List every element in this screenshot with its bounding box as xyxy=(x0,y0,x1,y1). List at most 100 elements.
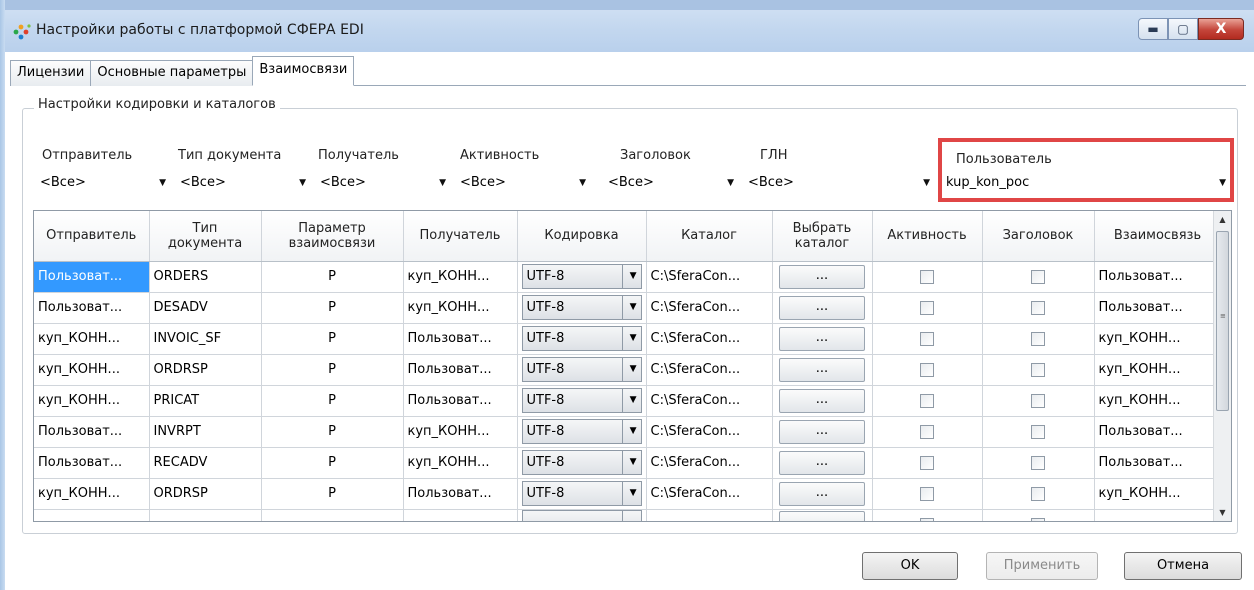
col-header-sender[interactable]: Отправитель xyxy=(34,211,150,262)
cell-doc-type[interactable]: PRICAT xyxy=(149,385,262,417)
col-header-choose-catalog[interactable]: Выбрать каталог xyxy=(772,211,873,262)
encoding-select[interactable]: UTF-8 ▼ xyxy=(521,481,642,506)
cell-relation[interactable]: Пользоват... xyxy=(1094,416,1222,448)
header-checkbox[interactable] xyxy=(1031,517,1045,521)
cell-catalog[interactable]: C:\SferaCon... xyxy=(646,354,773,386)
encoding-select[interactable]: UTF-8 ▼ xyxy=(521,357,642,382)
browse-button[interactable]: ... xyxy=(779,326,865,351)
col-header-relation[interactable]: Взаимосвязь xyxy=(1094,211,1222,262)
filter-header-select[interactable]: <Все> ▼ xyxy=(604,172,738,196)
cell-catalog[interactable]: C:\SferaCon... xyxy=(646,292,773,324)
cell-sender[interactable]: Пользоват... xyxy=(34,292,150,324)
cell-param[interactable]: P xyxy=(261,416,404,448)
cell-catalog[interactable]: C:\SferaCon... xyxy=(646,261,773,293)
cell-sender[interactable]: куп_КОНН... xyxy=(34,323,150,355)
cell-doc-type[interactable]: INVRPT xyxy=(149,416,262,448)
cell-param[interactable]: P xyxy=(261,261,404,293)
activity-checkbox[interactable] xyxy=(920,455,934,470)
cell-param[interactable]: P xyxy=(261,385,404,417)
activity-checkbox[interactable] xyxy=(920,300,934,315)
table-row[interactable]: куп_КОНН... PRICAT P Пользоват... UTF-8 ▼… xyxy=(34,385,1222,417)
filter-doc-type-select[interactable]: <Все> ▼ xyxy=(176,172,310,196)
cancel-button[interactable]: Отмена xyxy=(1124,552,1242,580)
browse-button[interactable]: ... xyxy=(779,295,865,320)
encoding-select[interactable]: UTF-8 ▼ xyxy=(521,326,642,351)
browse-button[interactable]: ... xyxy=(779,357,865,382)
cell-sender[interactable] xyxy=(34,509,150,521)
cell-catalog[interactable]: C:\SferaCon... xyxy=(646,416,773,448)
browse-button[interactable] xyxy=(779,510,865,521)
maximize-button[interactable]: ▢ xyxy=(1168,18,1198,40)
col-header-header[interactable]: Заголовок xyxy=(982,211,1095,262)
cell-doc-type[interactable]: ORDERS xyxy=(149,261,262,293)
cell-relation[interactable]: Пользоват... xyxy=(1094,292,1222,324)
cell-param[interactable] xyxy=(261,509,404,521)
cell-sender[interactable]: куп_КОНН... xyxy=(34,354,150,386)
cell-relation[interactable]: Пользоват... xyxy=(1094,447,1222,479)
activity-checkbox[interactable] xyxy=(920,269,934,284)
cell-recipient[interactable]: Пользоват... xyxy=(403,323,518,355)
activity-checkbox[interactable] xyxy=(920,424,934,439)
activity-checkbox[interactable] xyxy=(920,393,934,408)
header-checkbox[interactable] xyxy=(1031,331,1045,346)
filter-recipient-select[interactable]: <Все> ▼ xyxy=(316,172,450,196)
cell-doc-type[interactable]: ORDRSP xyxy=(149,478,262,510)
scroll-up-icon[interactable]: ▲ xyxy=(1214,211,1231,228)
col-header-recipient[interactable]: Получатель xyxy=(403,211,518,262)
browse-button[interactable]: ... xyxy=(779,481,865,506)
cell-recipient[interactable]: куп_КОНН... xyxy=(403,261,518,293)
cell-doc-type[interactable] xyxy=(149,509,262,521)
activity-checkbox[interactable] xyxy=(920,486,934,501)
minimize-button[interactable]: ▬ xyxy=(1138,18,1168,40)
ok-button[interactable]: OK xyxy=(862,552,958,580)
scroll-thumb[interactable] xyxy=(1216,231,1229,411)
cell-catalog[interactable]: C:\SferaCon... xyxy=(646,323,773,355)
table-row[interactable]: Пользоват... ORDERS P куп_КОНН... UTF-8 ▼… xyxy=(34,261,1222,293)
encoding-select[interactable]: UTF-8 ▼ xyxy=(521,388,642,413)
close-button[interactable]: X xyxy=(1198,18,1244,40)
cell-param[interactable]: P xyxy=(261,354,404,386)
activity-checkbox[interactable] xyxy=(920,517,934,521)
browse-button[interactable]: ... xyxy=(779,388,865,413)
cell-sender[interactable]: Пользоват... xyxy=(34,447,150,479)
encoding-select[interactable]: UTF-8 ▼ xyxy=(521,264,642,289)
header-checkbox[interactable] xyxy=(1031,269,1045,284)
cell-sender[interactable]: Пользоват... xyxy=(34,261,150,293)
table-row[interactable] xyxy=(34,509,1222,521)
cell-recipient[interactable]: куп_КОНН... xyxy=(403,447,518,479)
cell-param[interactable]: P xyxy=(261,478,404,510)
scroll-down-icon[interactable]: ▼ xyxy=(1214,504,1231,521)
tab-relations[interactable]: Взаимосвязи xyxy=(252,56,355,86)
cell-recipient[interactable]: куп_КОНН... xyxy=(403,416,518,448)
vertical-scrollbar[interactable]: ▲ ≡ ▼ xyxy=(1213,211,1231,521)
header-checkbox[interactable] xyxy=(1031,486,1045,501)
table-row[interactable]: куп_КОНН... ORDRSP P Пользоват... UTF-8 ▼… xyxy=(34,354,1222,386)
header-checkbox[interactable] xyxy=(1031,393,1045,408)
cell-doc-type[interactable]: ORDRSP xyxy=(149,354,262,386)
browse-button[interactable]: ... xyxy=(779,450,865,475)
encoding-select[interactable]: UTF-8 ▼ xyxy=(521,295,642,320)
header-checkbox[interactable] xyxy=(1031,300,1045,315)
col-header-activity[interactable]: Активность xyxy=(872,211,983,262)
table-row[interactable]: куп_КОНН... INVOIC_SF P Пользоват... UTF… xyxy=(34,323,1222,355)
table-row[interactable]: Пользоват... INVRPT P куп_КОНН... UTF-8 ▼… xyxy=(34,416,1222,448)
encoding-select[interactable]: UTF-8 ▼ xyxy=(521,450,642,475)
table-row[interactable]: Пользоват... RECADV P куп_КОНН... UTF-8 ▼… xyxy=(34,447,1222,479)
header-checkbox[interactable] xyxy=(1031,455,1045,470)
activity-checkbox[interactable] xyxy=(920,331,934,346)
table-row[interactable]: Пользоват... DESADV P куп_КОНН... UTF-8 ▼… xyxy=(34,292,1222,324)
col-header-doc-type[interactable]: Тип документа xyxy=(149,211,262,262)
cell-sender[interactable]: Пользоват... xyxy=(34,416,150,448)
cell-param[interactable]: P xyxy=(261,447,404,479)
cell-doc-type[interactable]: DESADV xyxy=(149,292,262,324)
cell-relation[interactable]: куп_КОНН... xyxy=(1094,385,1222,417)
filter-gln-select[interactable]: <Все> ▼ xyxy=(744,172,934,196)
cell-relation[interactable]: Пользоват... xyxy=(1094,261,1222,293)
cell-catalog[interactable]: C:\SferaCon... xyxy=(646,478,773,510)
filter-sender-select[interactable]: <Все> ▼ xyxy=(36,172,170,196)
cell-relation[interactable] xyxy=(1094,509,1222,521)
col-header-catalog[interactable]: Каталог xyxy=(646,211,773,262)
encoding-select[interactable] xyxy=(521,510,642,521)
cell-sender[interactable]: куп_КОНН... xyxy=(34,385,150,417)
activity-checkbox[interactable] xyxy=(920,362,934,377)
